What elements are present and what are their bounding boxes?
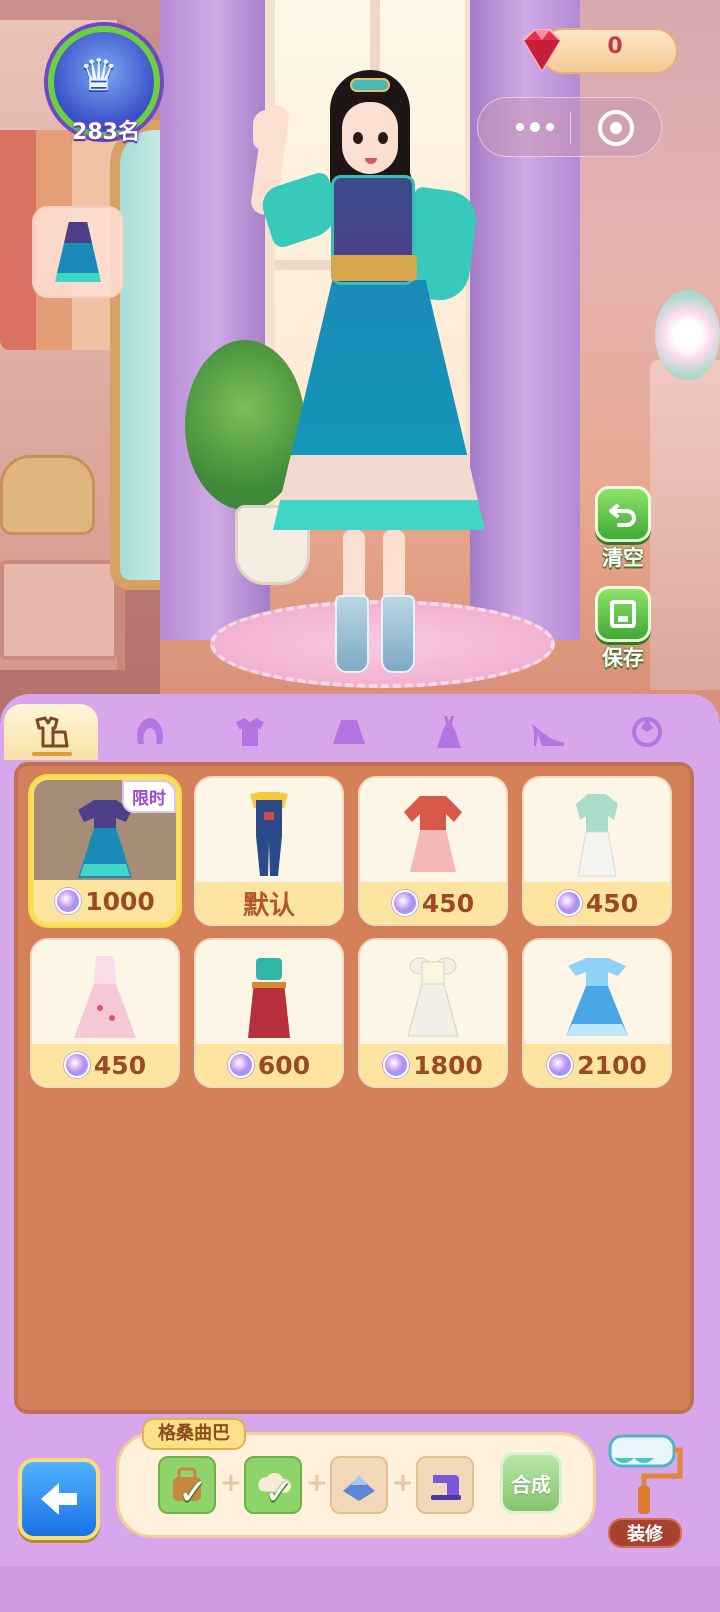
blue-princess-dress-icon — [566, 958, 628, 1036]
item-card[interactable]: 600 — [194, 938, 344, 1088]
hair-icon — [137, 718, 163, 744]
item-card[interactable]: 限时 1000 — [30, 776, 180, 926]
item-price: 1800 — [413, 1050, 483, 1080]
clothing-coin-icon — [63, 1052, 90, 1078]
avatar-skirt — [273, 280, 485, 530]
clear-label: 清空 — [602, 546, 644, 570]
back-button[interactable] — [18, 1458, 100, 1540]
pink-gown-icon — [74, 956, 136, 1038]
limited-time-tag: 限时 — [122, 780, 176, 813]
tab-skirt[interactable] — [302, 704, 396, 760]
avatar-character[interactable] — [235, 60, 495, 680]
avatar-boot — [381, 595, 415, 673]
item-card[interactable]: 默认 — [194, 776, 344, 926]
accessory-icon — [632, 717, 662, 747]
clothing-coin-icon — [555, 890, 582, 916]
undo-arrow-icon — [609, 504, 636, 527]
clothing-coin-icon — [227, 1052, 254, 1078]
item-card[interactable]: 450 — [30, 938, 180, 1088]
avatar-boot — [335, 595, 369, 673]
check-icon: ✓ — [264, 1472, 295, 1513]
item-price: 450 — [421, 888, 475, 918]
sewing-machine-icon — [431, 1475, 461, 1500]
save-label: 保存 — [602, 646, 644, 670]
overalls-icon — [250, 792, 288, 876]
item-price: 450 — [93, 1050, 147, 1080]
item-card[interactable]: 450 — [522, 776, 672, 926]
default-label: 默认 — [242, 890, 295, 921]
rank-text: 283名 — [72, 120, 140, 145]
ruby-gem-icon — [522, 29, 562, 72]
handbag-decor — [0, 455, 95, 535]
outfit-set-icon — [35, 716, 69, 748]
clothing-coin-icon — [383, 1052, 410, 1078]
item-price: 450 — [585, 888, 639, 918]
recipe-slot-bag[interactable]: ✓ — [158, 1456, 216, 1514]
crown-icon: ♛ — [79, 50, 119, 101]
clothing-coin-icon — [391, 890, 418, 916]
plus-icon: + — [306, 1468, 328, 1498]
high-heel-icon — [532, 724, 565, 746]
clothing-coin-icon — [547, 1052, 574, 1078]
item-card[interactable]: 2100 — [522, 938, 672, 1088]
more-menu-icon[interactable] — [505, 110, 565, 144]
recipe-slot-cloud[interactable]: ✓ — [244, 1456, 302, 1514]
current-outfit-thumbnail[interactable] — [32, 206, 124, 298]
back-arrow-icon — [41, 1483, 77, 1515]
clear-button[interactable] — [595, 486, 651, 542]
blue-stone-icon — [343, 1475, 375, 1501]
save-button[interactable] — [595, 586, 651, 642]
bottom-strip — [0, 1566, 720, 1612]
item-price: 600 — [257, 1050, 311, 1080]
clothing-coin-icon — [55, 888, 82, 914]
plus-icon: + — [392, 1468, 414, 1498]
item-card[interactable]: 450 — [358, 776, 508, 926]
dress-thumbnail-icon — [55, 222, 101, 282]
save-disk-icon — [610, 600, 636, 628]
qipao-dress-icon — [576, 794, 618, 877]
headband — [350, 78, 390, 92]
wardrobe-drawer — [0, 560, 118, 660]
tab-hair[interactable] — [103, 704, 197, 760]
recipe-slot-stone[interactable] — [330, 1456, 388, 1514]
check-icon: ✓ — [178, 1472, 209, 1513]
hanfu-set-icon — [248, 958, 290, 1038]
dress-icon — [437, 716, 461, 748]
recipe-title: 格桑曲巴 — [142, 1418, 246, 1450]
item-card[interactable]: 1800 — [358, 938, 508, 1088]
tab-accessory[interactable] — [600, 704, 694, 760]
waving-hand — [253, 110, 285, 150]
skirt-icon — [333, 720, 365, 744]
decorate-button[interactable]: 装修 — [608, 1518, 682, 1548]
flower-vase — [655, 290, 720, 380]
shirt-icon — [236, 718, 264, 746]
side-shelf — [650, 360, 720, 690]
tab-outfit-set[interactable] — [4, 704, 98, 760]
tab-shoes[interactable] — [501, 704, 595, 760]
close-target-icon[interactable] — [598, 110, 634, 146]
paint-roller-icon[interactable] — [604, 1428, 684, 1518]
tab-top[interactable] — [203, 704, 297, 760]
red-jacket-dress-icon — [404, 796, 462, 872]
white-dress-icon — [407, 957, 459, 1037]
gem-count: 0 — [607, 34, 623, 59]
item-price: 2100 — [577, 1050, 647, 1080]
tab-dress[interactable] — [402, 704, 496, 760]
synthesize-button[interactable]: 合成 — [500, 1452, 562, 1514]
recipe-slot-machine[interactable] — [416, 1456, 474, 1514]
item-price: 1000 — [85, 886, 155, 916]
plus-icon: + — [220, 1468, 242, 1498]
